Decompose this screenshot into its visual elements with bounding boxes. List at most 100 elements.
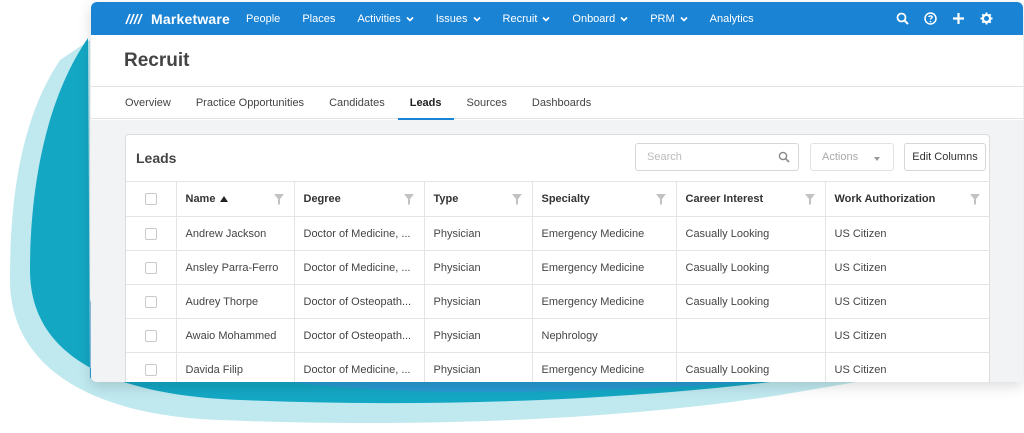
actions-dropdown[interactable]: Actions — [810, 143, 894, 171]
nav-places[interactable]: Places — [302, 13, 335, 25]
column-type-label: Type — [433, 193, 459, 205]
cell-specialty: Emergency Medicine — [532, 250, 677, 285]
chevron-down-icon — [874, 157, 880, 161]
table-row[interactable]: Ansley Parra-Ferro Doctor of Medicine, .… — [126, 250, 990, 285]
column-header-type[interactable]: Type — [424, 181, 533, 217]
filter-icon[interactable] — [655, 194, 666, 205]
cell-name[interactable]: Andrew Jackson — [176, 216, 295, 251]
content-area: Leads Actions Edit Columns — [91, 120, 1023, 382]
panel-header: Leads Actions Edit Columns — [126, 135, 989, 181]
row-checkbox[interactable] — [144, 295, 157, 308]
leads-table: Name Degree Type Specialty Career Intere… — [126, 181, 990, 382]
nav-onboard[interactable]: Onboard — [572, 13, 628, 25]
tab-overview[interactable]: Overview — [125, 87, 171, 119]
table-row[interactable]: Andrew Jackson Doctor of Medicine, ... P… — [126, 216, 990, 251]
row-checkbox[interactable] — [144, 329, 157, 342]
table-row[interactable]: Davida Filip Doctor of Medicine, ... Phy… — [126, 352, 990, 382]
nav-people-label: People — [246, 12, 281, 25]
cell-career-interest: Casually Looking — [676, 250, 826, 285]
sort-ascending-icon — [220, 196, 229, 203]
cell-specialty: Emergency Medicine — [532, 284, 677, 319]
nav-prm[interactable]: PRM — [650, 12, 688, 25]
filter-icon[interactable] — [511, 194, 522, 205]
row-select-cell — [126, 352, 177, 382]
cell-name[interactable]: Awaio Mohammed — [176, 318, 295, 353]
cell-career-interest — [676, 318, 826, 353]
search-input[interactable] — [647, 151, 777, 163]
cell-career-interest: Casually Looking — [676, 284, 826, 319]
help-icon[interactable] — [923, 12, 937, 26]
cell-degree: Doctor of Medicine, ... — [294, 216, 425, 251]
row-select-cell — [126, 216, 177, 251]
tab-dashboards[interactable]: Dashboards — [532, 87, 591, 119]
nav-analytics[interactable]: Analytics — [710, 13, 754, 25]
row-checkbox[interactable] — [144, 363, 157, 376]
select-all-checkbox[interactable] — [144, 193, 157, 206]
gear-icon[interactable] — [979, 12, 993, 26]
cell-career-interest: Casually Looking — [676, 216, 826, 251]
row-select-cell — [126, 250, 177, 285]
tab-bar: Overview Practice Opportunities Candidat… — [91, 87, 1023, 120]
nav-analytics-label: Analytics — [709, 12, 754, 25]
filter-icon[interactable] — [804, 194, 815, 205]
leads-panel: Leads Actions Edit Columns — [125, 134, 990, 382]
column-header-career-interest[interactable]: Career Interest — [676, 181, 826, 217]
brand-logo[interactable]: Marketware — [125, 11, 230, 27]
cell-name[interactable]: Audrey Thorpe — [176, 284, 295, 319]
cell-work-authorization: US Citizen — [825, 216, 990, 251]
cell-degree: Doctor of Medicine, ... — [294, 352, 425, 382]
row-checkbox[interactable] — [144, 227, 157, 240]
row-select-cell — [126, 284, 177, 319]
column-header-specialty[interactable]: Specialty — [532, 181, 677, 217]
filter-icon[interactable] — [970, 194, 980, 205]
cell-work-authorization: US Citizen — [825, 318, 990, 353]
column-header-degree[interactable]: Degree — [294, 181, 425, 217]
cell-type: Physician — [424, 318, 533, 353]
tab-candidates[interactable]: Candidates — [329, 87, 385, 119]
select-all-cell — [126, 181, 177, 217]
tab-sources[interactable]: Sources — [467, 87, 507, 119]
cell-name[interactable]: Ansley Parra-Ferro — [176, 250, 295, 285]
nav-prm-label: PRM — [650, 12, 675, 25]
top-navbar: Marketware People Places Activities Issu… — [91, 2, 1023, 35]
table-row[interactable]: Awaio Mohammed Doctor of Osteopath... Ph… — [126, 318, 990, 353]
top-icons — [881, 12, 1023, 26]
nav-onboard-label: Onboard — [572, 12, 616, 25]
chevron-down-icon — [406, 16, 414, 22]
nav-recruit-label: Recruit — [502, 12, 538, 25]
search-icon[interactable] — [895, 12, 909, 26]
column-header-name[interactable]: Name — [176, 181, 295, 217]
main-nav: People Places Activities Issues Recruit … — [246, 13, 776, 25]
nav-people[interactable]: People — [246, 13, 280, 25]
tab-leads[interactable]: Leads — [397, 87, 454, 120]
tab-practice-opportunities[interactable]: Practice Opportunities — [196, 87, 304, 119]
search-icon[interactable] — [778, 151, 790, 163]
nav-recruit[interactable]: Recruit — [503, 13, 551, 25]
nav-places-label: Places — [302, 12, 336, 25]
filter-icon[interactable] — [403, 194, 414, 205]
row-checkbox[interactable] — [144, 261, 157, 274]
filter-icon[interactable] — [273, 194, 284, 205]
column-header-work-authorization[interactable]: Work Authorization — [825, 181, 990, 217]
search-box — [635, 143, 799, 171]
cell-degree: Doctor of Medicine, ... — [294, 250, 425, 285]
cell-type: Physician — [424, 250, 533, 285]
page-header: Recruit — [91, 35, 1023, 87]
logo-mark-icon — [125, 13, 143, 24]
column-name-label: Name — [185, 193, 216, 205]
plus-icon[interactable] — [951, 12, 965, 26]
chevron-down-icon — [542, 16, 550, 22]
actions-label: Actions — [822, 151, 859, 163]
row-select-cell — [126, 318, 177, 353]
column-career-interest-label: Career Interest — [685, 193, 764, 205]
page-title: Recruit — [124, 49, 190, 71]
cell-type: Physician — [424, 352, 533, 382]
table-row[interactable]: Audrey Thorpe Doctor of Osteopath... Phy… — [126, 284, 990, 319]
nav-activities[interactable]: Activities — [357, 13, 414, 25]
nav-issues[interactable]: Issues — [436, 13, 481, 25]
brand-name: Marketware — [151, 10, 231, 27]
edit-columns-button[interactable]: Edit Columns — [904, 143, 986, 171]
cell-name[interactable]: Davida Filip — [176, 352, 295, 382]
column-work-authorization-label: Work Authorization — [834, 193, 936, 205]
cell-specialty: Nephrology — [532, 318, 677, 353]
